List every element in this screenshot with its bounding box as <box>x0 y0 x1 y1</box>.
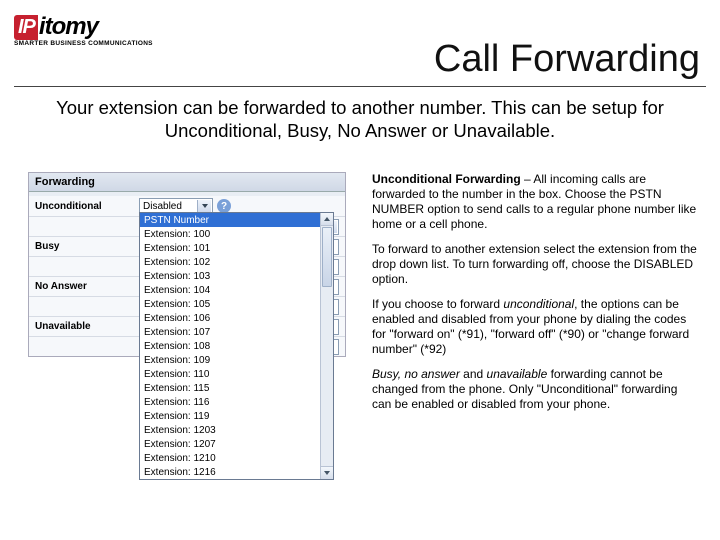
label-unconditional: Unconditional <box>29 201 139 212</box>
forwarding-panel: Forwarding Unconditional Disabled ? PSTN… <box>28 172 346 357</box>
dropdown-option[interactable]: Extension: 105 <box>140 297 333 311</box>
dropdown-option[interactable]: Extension: 119 <box>140 409 333 423</box>
label-busy: Busy <box>29 241 139 252</box>
brand-logo: IP itomy SMARTER BUSINESS COMMUNICATIONS <box>14 14 153 47</box>
dropdown-option[interactable]: Extension: 102 <box>140 255 333 269</box>
scroll-up-icon[interactable] <box>321 213 333 226</box>
dropdown-option[interactable]: Extension: 115 <box>140 381 333 395</box>
label-noanswer: No Answer <box>29 281 139 292</box>
dropdown-option[interactable]: Extension: 1207 <box>140 437 333 451</box>
logo-tagline: SMARTER BUSINESS COMMUNICATIONS <box>14 40 153 47</box>
dropdown-option[interactable]: Extension: 109 <box>140 353 333 367</box>
panel-header: Forwarding <box>29 173 345 192</box>
desc-p2: To forward to another extension select t… <box>372 242 698 287</box>
dropdown-option[interactable]: Extension: 101 <box>140 241 333 255</box>
dropdown-option[interactable]: Extension: 110 <box>140 367 333 381</box>
description: Unconditional Forwarding – All incoming … <box>372 172 698 422</box>
dropdown-option[interactable]: PSTN Number <box>140 213 333 227</box>
desc-p4: Busy, no answer and unavailable forwardi… <box>372 367 698 412</box>
logo-mark: IP <box>14 15 38 40</box>
help-icon[interactable]: ? <box>217 199 231 213</box>
desc-p1: Unconditional Forwarding – All incoming … <box>372 172 698 232</box>
label-unavailable: Unavailable <box>29 321 139 332</box>
desc-p1-bold: Unconditional Forwarding <box>372 172 521 186</box>
dropdown-option[interactable]: Extension: 104 <box>140 283 333 297</box>
dropdown-option[interactable]: Extension: 100 <box>140 227 333 241</box>
dropdown-option[interactable]: Extension: 103 <box>140 269 333 283</box>
dropdown-option[interactable]: Extension: 116 <box>140 395 333 409</box>
dropdown-option[interactable]: Extension: 1203 <box>140 423 333 437</box>
scroll-thumb[interactable] <box>322 227 332 287</box>
dropdown-scrollbar[interactable] <box>320 213 333 479</box>
chevron-down-icon <box>197 200 211 212</box>
dropdown-option[interactable]: Extension: 107 <box>140 325 333 339</box>
intro-text: Your extension can be forwarded to anoth… <box>10 96 710 142</box>
desc-p3: If you choose to forward unconditional, … <box>372 297 698 357</box>
dropdown-option[interactable]: Extension: 106 <box>140 311 333 325</box>
logo-wordmark: itomy <box>39 13 98 41</box>
dropdown-option[interactable]: Extension: 1216 <box>140 465 333 479</box>
title-divider <box>14 86 706 87</box>
extension-dropdown[interactable]: PSTN Number Extension: 100 Extension: 10… <box>139 212 334 480</box>
dropdown-option[interactable]: Extension: 108 <box>140 339 333 353</box>
dropdown-option[interactable]: Extension: 1210 <box>140 451 333 465</box>
unconditional-select-value: Disabled <box>143 201 182 212</box>
page-title: Call Forwarding <box>434 38 700 81</box>
scroll-down-icon[interactable] <box>321 466 333 479</box>
